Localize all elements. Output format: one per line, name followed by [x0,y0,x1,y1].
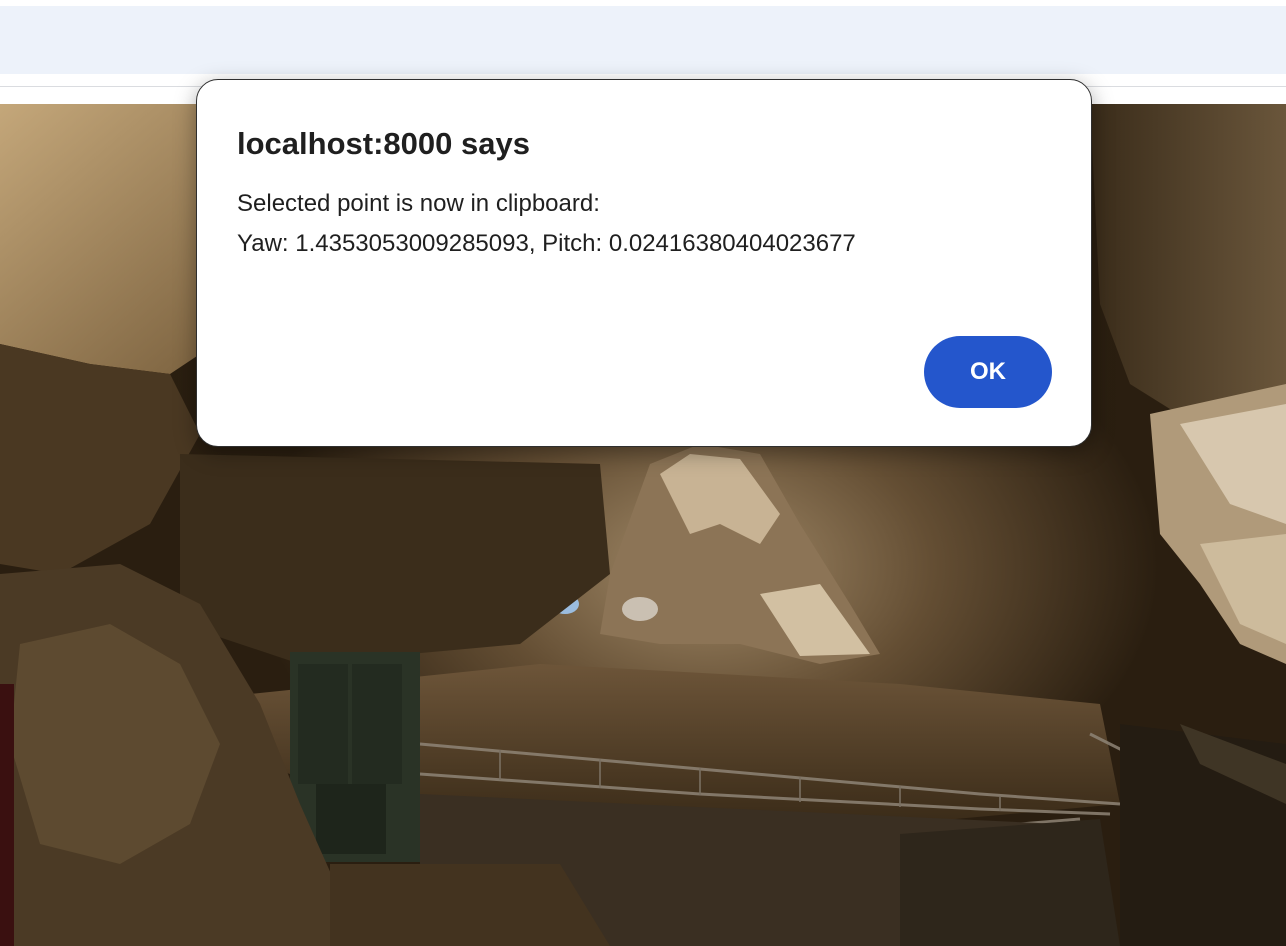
browser-toolbar [0,6,1286,74]
browser-page: localhost:8000 says Selected point is no… [0,0,1286,946]
alert-dialog: localhost:8000 says Selected point is no… [196,79,1092,447]
dialog-message-line-1: Selected point is now in clipboard: [237,190,600,217]
ok-button[interactable]: OK [924,336,1052,408]
dialog-message-line-2: Yaw: 1.4353053009285093, Pitch: 0.024163… [237,230,856,257]
dialog-title: localhost:8000 says [237,126,530,161]
